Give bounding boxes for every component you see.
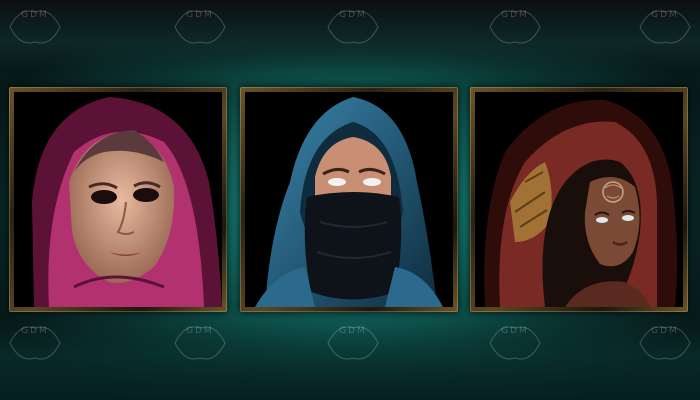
background-bottom-band — [0, 325, 700, 400]
blue-hooded-assassin-image — [245, 92, 453, 307]
portrait-frame-pink-hood[interactable] — [9, 87, 227, 312]
portrait-frame-red-hood[interactable] — [470, 87, 688, 312]
portrait-blue-hood — [245, 92, 453, 307]
portrait-frame-blue-hood[interactable] — [240, 87, 458, 312]
portrait-pink-hood — [14, 92, 222, 307]
portrait-red-hood — [475, 92, 683, 307]
background-top-band — [0, 0, 700, 70]
red-hooded-mystic-image — [475, 92, 683, 307]
pink-hooded-woman-image — [14, 92, 222, 307]
